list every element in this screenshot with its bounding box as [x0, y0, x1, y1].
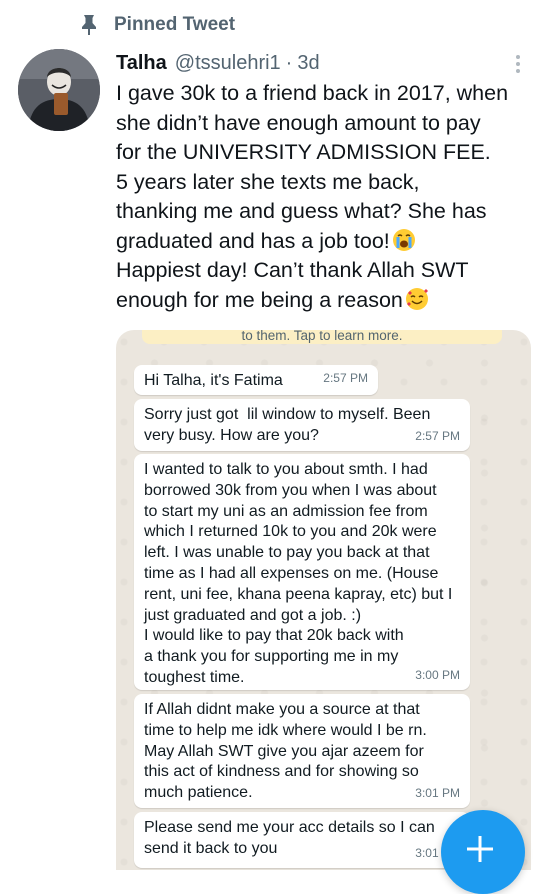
message-text: Hi Talha, it's Fatima — [144, 372, 283, 389]
tweet-line: she didn’t have enough amount to pay — [116, 110, 481, 135]
message-time: 3:00 PM — [415, 668, 460, 683]
tweet-line: graduated and has a job too! — [116, 228, 390, 253]
tweet-line: Happiest day! Can’t thank Allah SWT — [116, 258, 469, 282]
author-name[interactable]: Talha — [116, 50, 167, 76]
tweet-text: I gave 30k to a friend back in 2017, whe… — [116, 79, 541, 315]
author-handle[interactable]: @tssulehri1 — [175, 50, 281, 76]
encryption-notice: to them. Tap to learn more. — [142, 330, 502, 344]
message-bubble: Sorry just got lil window to myself. Bee… — [134, 399, 470, 451]
message-text: I wanted to talk to you about smth. I ha… — [144, 461, 453, 686]
tweet-line-with-emoji: enough for me being a reason — [116, 286, 541, 316]
message-bubble: Hi Talha, it's Fatima 2:57 PM — [134, 365, 378, 395]
message-bubble: I wanted to talk to you about smth. I ha… — [134, 454, 470, 690]
pinned-label: Pinned Tweet — [114, 14, 236, 35]
avatar[interactable] — [18, 49, 100, 131]
tweet-header: Talha @tssulehri1 · 3d — [116, 50, 320, 76]
tweet-time[interactable]: 3d — [297, 50, 319, 76]
separator-dot: · — [285, 52, 293, 74]
chat-screenshot-image[interactable]: to them. Tap to learn more. Hi Talha, it… — [116, 330, 531, 870]
message-bubble: If Allah didnt make you a source at that… — [134, 694, 470, 808]
more-options-icon[interactable] — [510, 52, 526, 76]
message-time: 3:01 PM — [415, 786, 460, 801]
message-time: 2:57 PM — [323, 371, 368, 386]
pin-icon — [78, 14, 100, 36]
message-text: Please send me your acc details so I can… — [144, 819, 435, 857]
message-text: Sorry just got lil window to myself. Bee… — [144, 406, 431, 444]
smiling-face-with-hearts-emoji — [405, 287, 429, 311]
tweet-line: for the UNIVERSITY ADMISSION FEE. — [116, 140, 491, 164]
plus-icon — [463, 832, 497, 866]
tweet-line: I gave 30k to a friend back in 2017, whe… — [116, 81, 509, 105]
tweet-line-with-emoji: graduated and has a job too! — [116, 227, 541, 257]
tweet-line: 5 years later she texts me back, — [116, 169, 420, 194]
message-bubble: Please send me your acc details so I can… — [134, 812, 470, 868]
compose-tweet-button[interactable] — [441, 810, 525, 894]
message-time: 2:57 PM — [415, 429, 460, 444]
tweet-line: enough for me being a reason — [116, 287, 403, 312]
loudly-crying-face-emoji — [392, 228, 416, 252]
pinned-tweet-indicator: Pinned Tweet — [78, 10, 235, 40]
tweet-line: thanking me and guess what? She has — [116, 199, 487, 223]
message-text: If Allah didnt make you a source at that… — [144, 701, 427, 802]
